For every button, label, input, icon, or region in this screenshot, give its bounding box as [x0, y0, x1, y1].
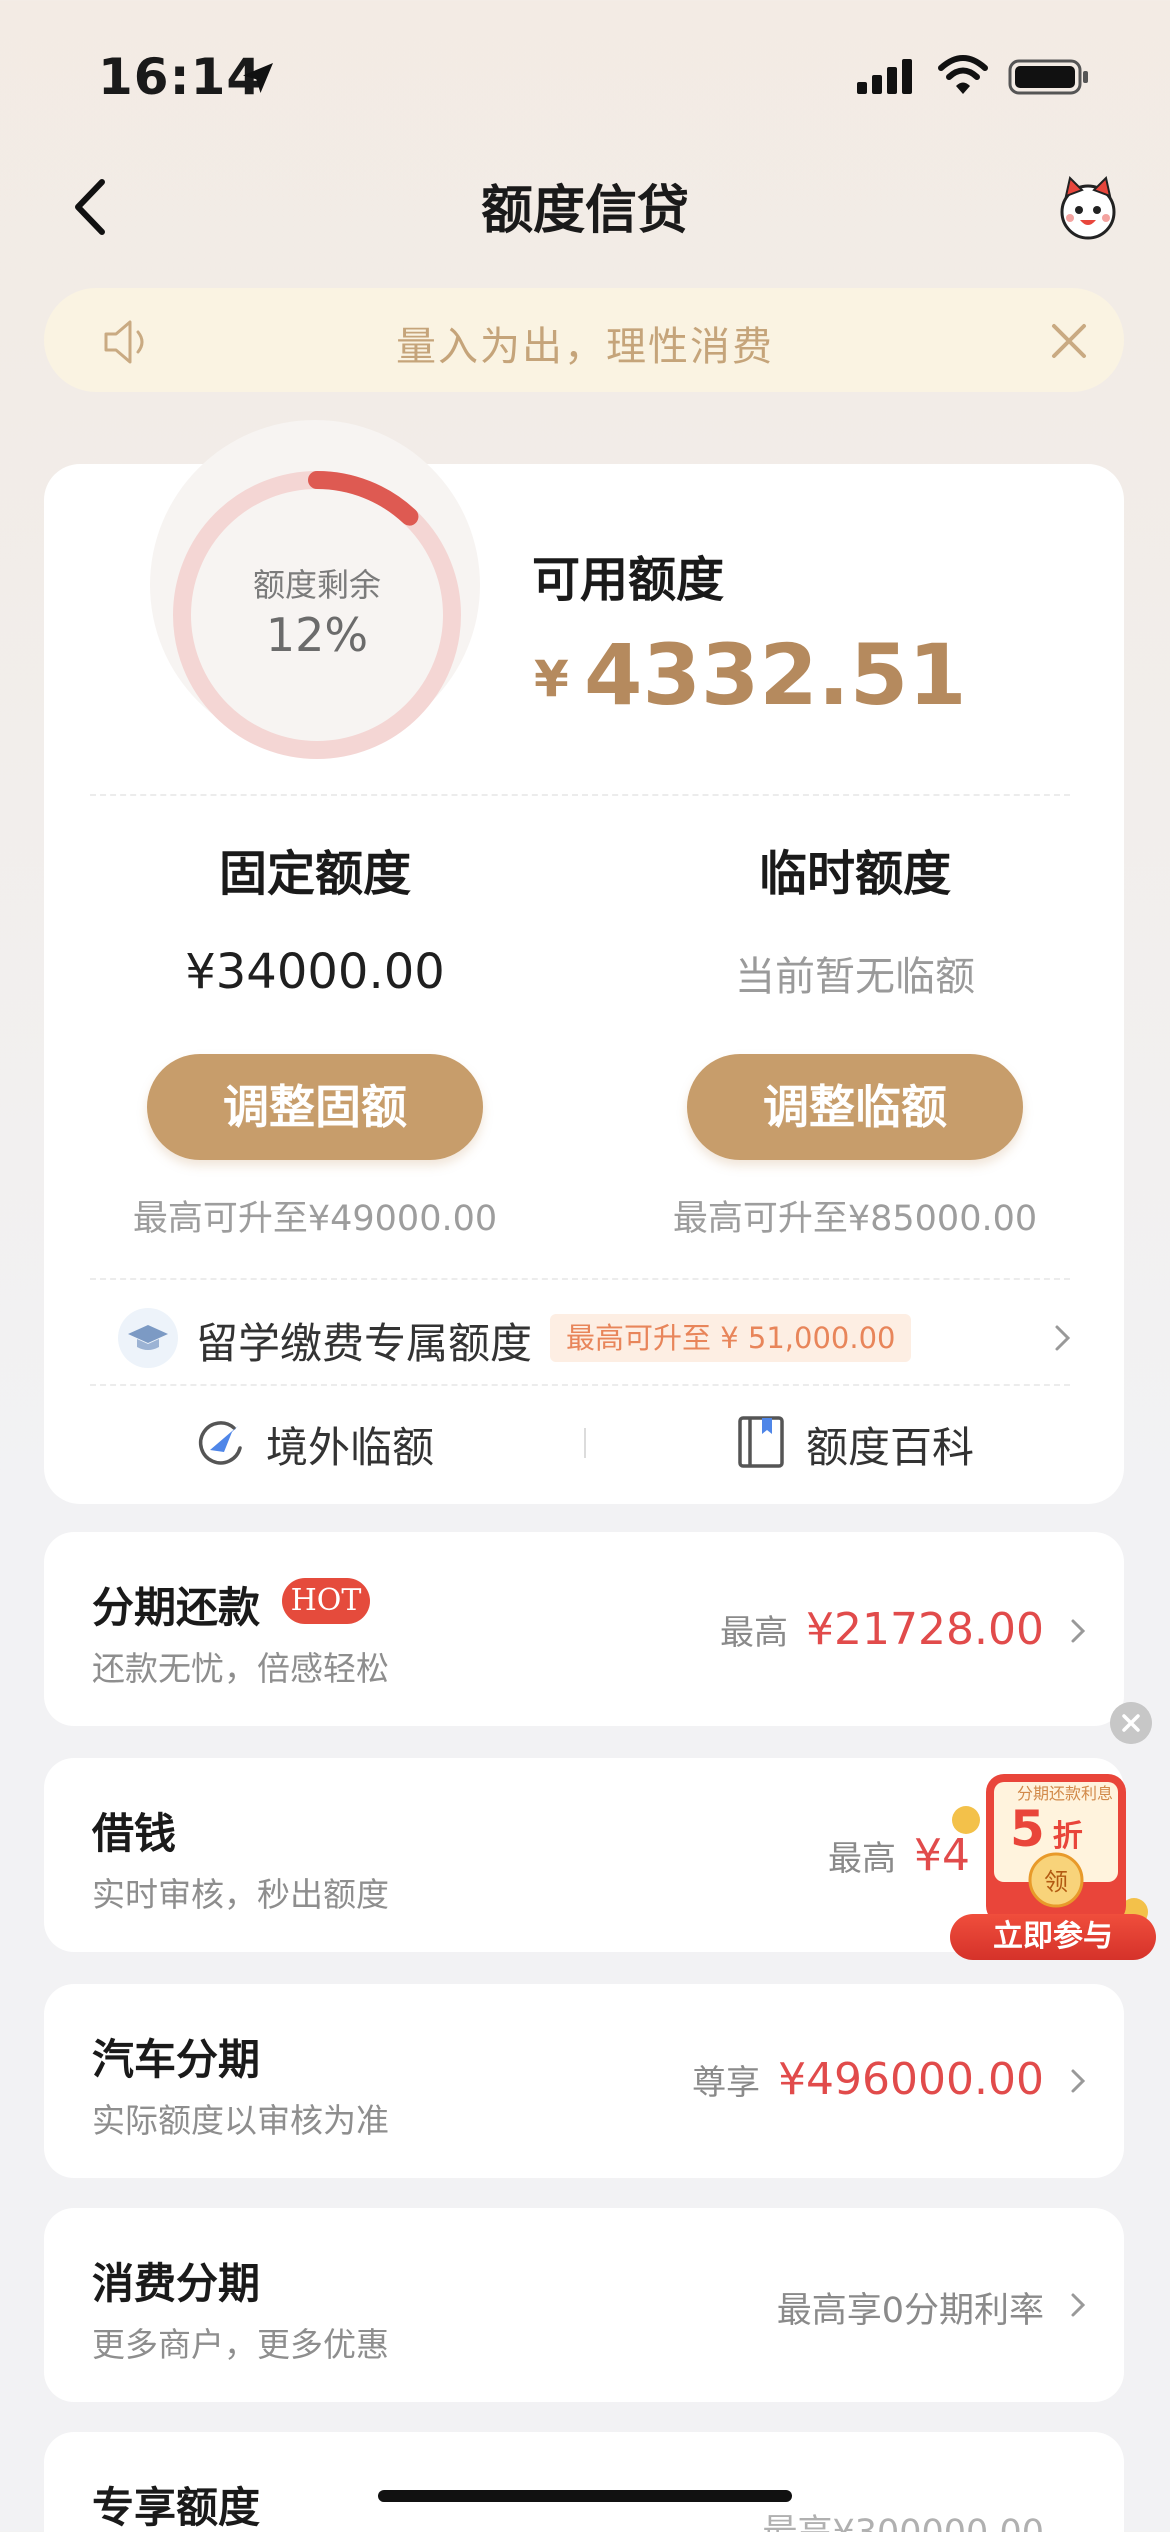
fixed-credit-title: 固定额度: [218, 846, 411, 902]
chevron-right-icon: [1071, 2293, 1086, 2317]
chevron-right-icon: [1071, 1619, 1086, 1643]
list-item-prefix: 最高: [720, 1613, 789, 1653]
list-item-right-text: 最高¥300000.00: [762, 2504, 1044, 2532]
available-amount: 4332.51: [584, 626, 967, 724]
list-item-title: 借钱: [92, 1809, 177, 1858]
chevron-right-icon: [1055, 1325, 1071, 1351]
graduation-cap-icon: [128, 1325, 168, 1350]
fixed-credit-value: ¥34000.00: [185, 944, 445, 1000]
list-item-prefix: 最高: [828, 1839, 896, 1879]
list-item-title: 消费分期: [92, 2259, 261, 2308]
tools-separator: [584, 1428, 586, 1458]
cellular-signal-icon: [857, 59, 912, 94]
location-arrow-icon: [243, 63, 273, 93]
promo-join-button[interactable]: 立即参与: [950, 1914, 1156, 1960]
study-credit-badge: 最高可升至 ¥ 51,000.00: [550, 1314, 912, 1362]
chevron-right-icon: [1071, 2069, 1086, 2093]
close-icon[interactable]: [1048, 320, 1090, 362]
ring-percent: 12%: [265, 608, 369, 662]
promo-discount-number: 5: [1010, 1800, 1045, 1858]
available-credit-label: 可用额度: [532, 552, 725, 608]
divider: [90, 794, 1070, 796]
list-item-title: 汽车分期: [92, 2035, 261, 2084]
adjust-fixed-button[interactable]: 调整固额: [147, 1054, 483, 1160]
overseas-temp-label: 境外临额: [266, 1423, 435, 1472]
temp-max-note: 最高可升至¥85000.00: [672, 1199, 1038, 1239]
battery-icon: [1008, 59, 1088, 95]
book-icon: [738, 1416, 784, 1468]
list-item-amount: ¥496000.00: [778, 2054, 1044, 2105]
list-item-title: 专享额度: [92, 2483, 261, 2532]
list-item-prefix: 尊享: [692, 2063, 761, 2103]
divider: [90, 1278, 1070, 1280]
notice-text: 量入为出，理性消费: [396, 324, 774, 370]
list-item-right-text: 最高享0分期利率: [776, 2291, 1044, 2331]
temp-credit-title: 临时额度: [758, 846, 951, 902]
study-credit-label: 留学缴费专属额度: [196, 1319, 533, 1368]
promo-discount-unit: 折: [1052, 1819, 1083, 1854]
mascot-service-icon[interactable]: [1052, 172, 1124, 244]
available-currency: ¥: [534, 650, 569, 708]
promo-close-icon[interactable]: [1110, 1702, 1152, 1744]
credit-wiki-label: 额度百科: [806, 1423, 975, 1472]
hot-badge: HOT: [282, 1578, 370, 1624]
ring-label: 额度剩余: [252, 566, 381, 604]
list-item-subtitle: 实时审核，秒出额度: [92, 1875, 389, 1914]
list-item-amount: ¥21728.00: [806, 1604, 1044, 1655]
list-item-subtitle: 实际额度以审核为准: [92, 2101, 389, 2140]
temp-credit-value: 当前暂无临额: [735, 954, 975, 1000]
adjust-temp-button[interactable]: 调整临额: [687, 1054, 1023, 1160]
fixed-max-note: 最高可升至¥49000.00: [132, 1199, 498, 1239]
page-title: 额度信贷: [480, 181, 689, 241]
graduation-cap-icon-wrap: [118, 1308, 178, 1368]
home-indicator[interactable]: [378, 2490, 792, 2502]
divider: [90, 1384, 1070, 1386]
list-item-title: 分期还款: [92, 1583, 261, 1632]
list-item-subtitle: 还款无忧，倍感轻松: [92, 1649, 389, 1688]
promo-coin-text: 领: [1044, 1868, 1068, 1896]
list-item-subtitle: 更多商户，更多优惠: [92, 2325, 389, 2364]
wifi-icon: [938, 55, 988, 94]
plane-globe-icon: [198, 1421, 242, 1465]
